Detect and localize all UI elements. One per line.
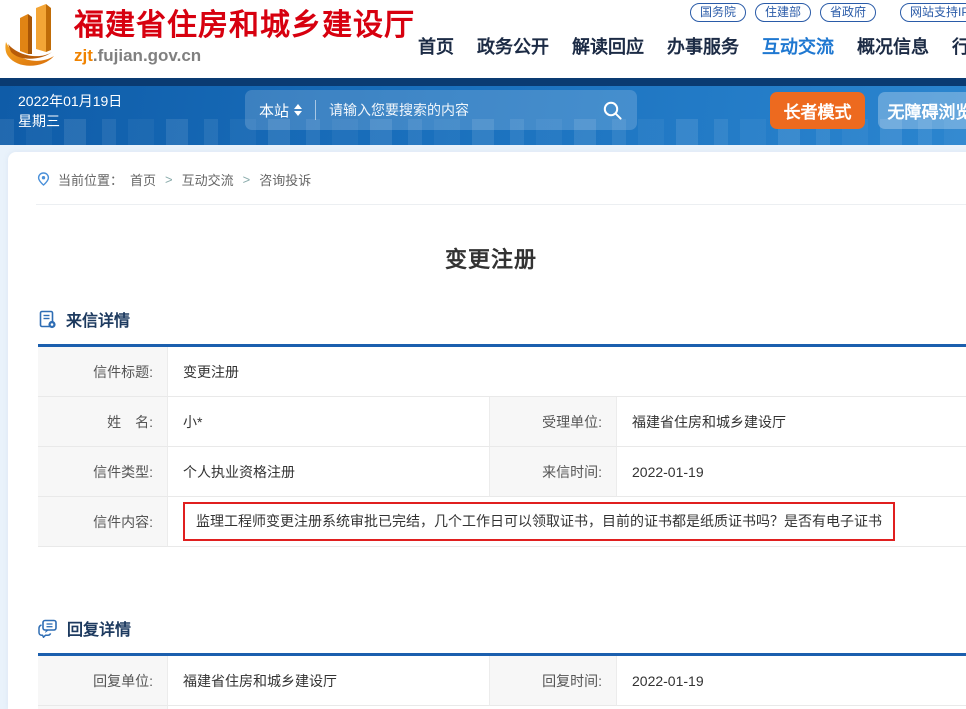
letter-content-cell: 监理工程师变更注册系统审批已完结，几个工作日可以领取证书，目前的证书都是纸质证书… xyxy=(168,497,966,547)
nav-gov-info[interactable]: 政务公开 xyxy=(477,33,549,59)
letter-name-value: 小* xyxy=(168,397,490,447)
search-button[interactable] xyxy=(602,100,623,121)
banner: 2022年01月19日 星期三 本站 长者模式 无障碍浏览 xyxy=(0,78,966,145)
nav-home[interactable]: 首页 xyxy=(418,33,454,59)
link-zhujianbu[interactable]: 住建部 xyxy=(755,3,811,22)
reply-section-header: 回复详情 xyxy=(38,616,966,640)
search-scope-select[interactable]: 本站 xyxy=(259,100,302,121)
letter-type-label: 信件类型: xyxy=(38,447,168,497)
main-nav: 首页 政务公开 解读回应 办事服务 互动交流 概况信息 行业管理 xyxy=(418,33,966,59)
site-url: zjt.fujian.gov.cn xyxy=(74,46,415,66)
reply-detail-table: 回复单位: 福建省住房和城乡建设厅 回复时间: 2022-01-19 回复内容:… xyxy=(38,653,966,709)
scope-arrows-icon xyxy=(294,104,302,116)
breadcrumb-prefix: 当前位置： xyxy=(58,170,123,189)
nav-industry[interactable]: 行业管理 xyxy=(952,33,966,59)
letter-title-value: 变更注册 xyxy=(168,347,966,397)
logo-building-icon xyxy=(4,4,66,70)
nav-interaction[interactable]: 互动交流 xyxy=(762,33,834,59)
site-name: 福建省住房和城乡建设厅 xyxy=(74,8,415,44)
letter-content-highlight: 监理工程师变更注册系统审批已完结，几个工作日可以领取证书，目前的证书都是纸质证书… xyxy=(183,502,895,540)
weekday-text: 星期三 xyxy=(18,111,122,131)
ipv6-badge: 网站支持IPV6 xyxy=(900,3,966,22)
nav-interpretation[interactable]: 解读回应 xyxy=(572,33,644,59)
letter-title-label: 信件标题: xyxy=(38,347,168,397)
letter-time-value: 2022-01-19 xyxy=(617,447,966,497)
page-title: 变更注册 xyxy=(8,242,966,274)
letter-name-label: 姓 名: xyxy=(38,397,168,447)
breadcrumb-divider xyxy=(36,204,966,205)
letter-document-icon xyxy=(38,310,57,329)
reply-unit-label: 回复单位: xyxy=(38,656,168,706)
search-icon xyxy=(602,100,623,121)
letter-section-header: 来信详情 xyxy=(38,307,966,331)
letter-detail-table: 信件标题: 变更注册 姓 名: 小* 受理单位: 福建省住房和城乡建设厅 信件类… xyxy=(38,344,966,547)
content-card: 当前位置： 首页 > 互动交流 > 咨询投诉 变更注册 来信详情 信件标题: 变… xyxy=(8,152,966,709)
content-background: 当前位置： 首页 > 互动交流 > 咨询投诉 变更注册 来信详情 信件标题: 变… xyxy=(0,145,966,709)
nav-services[interactable]: 办事服务 xyxy=(667,33,739,59)
letter-unit-label: 受理单位: xyxy=(490,397,617,447)
nav-overview[interactable]: 概况信息 xyxy=(857,33,929,59)
letter-content-label: 信件内容: xyxy=(38,497,168,547)
letter-unit-value: 福建省住房和城乡建设厅 xyxy=(617,397,966,447)
reply-section-title: 回复详情 xyxy=(67,616,131,640)
reply-time-label: 回复时间: xyxy=(490,656,617,706)
reply-unit-value: 福建省住房和城乡建设厅 xyxy=(168,656,490,706)
elder-mode-button[interactable]: 长者模式 xyxy=(770,92,865,129)
banner-date: 2022年01月19日 星期三 xyxy=(18,91,122,131)
breadcrumb: 当前位置： 首页 > 互动交流 > 咨询投诉 xyxy=(36,170,966,189)
breadcrumb-home[interactable]: 首页 xyxy=(130,170,156,189)
reply-chat-icon xyxy=(38,619,58,638)
search-input[interactable] xyxy=(329,102,602,118)
letter-time-label: 来信时间: xyxy=(490,447,617,497)
breadcrumb-interaction[interactable]: 互动交流 xyxy=(182,170,234,189)
link-shengzhengfu[interactable]: 省政府 xyxy=(820,3,876,22)
letter-type-value: 个人执业资格注册 xyxy=(168,447,490,497)
section-gap xyxy=(8,547,966,583)
reply-time-value: 2022-01-19 xyxy=(617,656,966,706)
search-divider xyxy=(315,100,316,120)
logo-text: 福建省住房和城乡建设厅 zjt.fujian.gov.cn xyxy=(74,8,415,66)
accessibility-button[interactable]: 无障碍浏览 xyxy=(878,92,966,129)
quick-links: 国务院 住建部 省政府 网站支持IPV6 xyxy=(690,3,966,22)
link-guowuyuan[interactable]: 国务院 xyxy=(690,3,746,22)
breadcrumb-consult[interactable]: 咨询投诉 xyxy=(259,170,311,189)
site-logo[interactable]: 福建省住房和城乡建设厅 zjt.fujian.gov.cn xyxy=(4,4,415,70)
site-header: 福建省住房和城乡建设厅 zjt.fujian.gov.cn 国务院 住建部 省政… xyxy=(0,0,966,78)
letter-section-title: 来信详情 xyxy=(66,307,130,331)
date-text: 2022年01月19日 xyxy=(18,91,122,111)
location-pin-icon xyxy=(36,172,51,187)
search-box: 本站 xyxy=(245,90,637,130)
